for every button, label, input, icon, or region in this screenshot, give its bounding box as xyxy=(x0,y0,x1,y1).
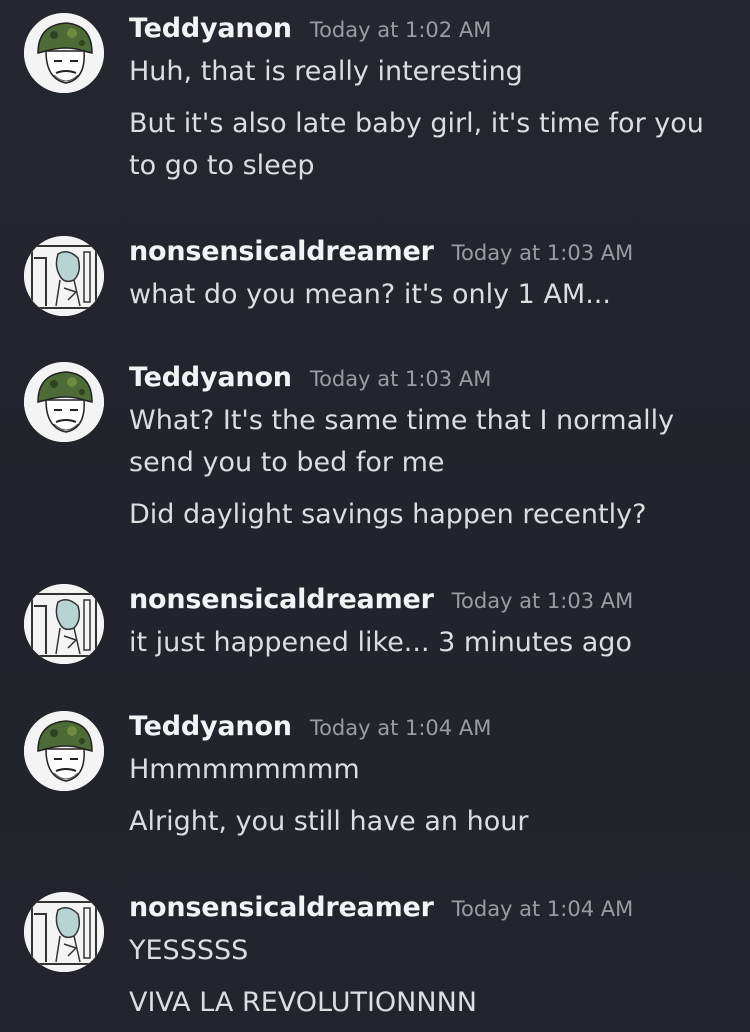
username[interactable]: Teddyanon xyxy=(129,362,292,393)
soldier-avatar-icon[interactable] xyxy=(24,13,104,93)
username[interactable]: nonsensicaldreamer xyxy=(129,584,434,615)
username[interactable]: nonsensicaldreamer xyxy=(129,892,434,923)
message-text: Huh, that is really interesting xyxy=(129,56,523,87)
dreamer-avatar-icon[interactable] xyxy=(24,892,104,972)
message-header: nonsensicaldreamer Today at 1:04 AM xyxy=(129,892,633,926)
message-text: Alright, you still have an hour xyxy=(129,806,529,837)
message-text: VIVA LA REVOLUTIONNNN xyxy=(129,987,477,1018)
timestamp: Today at 1:04 AM xyxy=(309,716,492,740)
dreamer-avatar-icon[interactable] xyxy=(24,584,104,664)
message-text: Did daylight savings happen recently? xyxy=(129,499,647,530)
dreamer-avatar-icon[interactable] xyxy=(24,236,104,316)
timestamp: Today at 1:03 AM xyxy=(309,367,492,391)
message-text: it just happened like... 3 minutes ago xyxy=(129,627,632,658)
soldier-avatar-icon[interactable] xyxy=(24,362,104,442)
username[interactable]: Teddyanon xyxy=(129,13,292,44)
message-header: Teddyanon Today at 1:02 AM xyxy=(129,13,491,47)
message-text: what do you mean? it's only 1 AM... xyxy=(129,279,611,310)
timestamp: Today at 1:04 AM xyxy=(451,897,634,921)
soldier-avatar-icon[interactable] xyxy=(24,711,104,791)
username[interactable]: Teddyanon xyxy=(129,711,292,742)
message-text: Hmmmmmmmm xyxy=(129,754,360,785)
message-text: YESSSSS xyxy=(129,935,249,966)
message-header: Teddyanon Today at 1:04 AM xyxy=(129,711,491,745)
message-header: nonsensicaldreamer Today at 1:03 AM xyxy=(129,236,633,270)
message-text: send you to bed for me xyxy=(129,447,445,478)
timestamp: Today at 1:02 AM xyxy=(309,18,492,42)
chat-window: { "messages": [ { "author": "Teddyanon",… xyxy=(0,0,750,1032)
message-header: nonsensicaldreamer Today at 1:03 AM xyxy=(129,584,633,618)
timestamp: Today at 1:03 AM xyxy=(451,589,634,613)
message-text: to go to sleep xyxy=(129,150,315,181)
timestamp: Today at 1:03 AM xyxy=(451,241,634,265)
message-header: Teddyanon Today at 1:03 AM xyxy=(129,362,491,396)
username[interactable]: nonsensicaldreamer xyxy=(129,236,434,267)
message-text: What? It's the same time that I normally xyxy=(129,405,675,436)
message-text: But it's also late baby girl, it's time … xyxy=(129,108,704,139)
